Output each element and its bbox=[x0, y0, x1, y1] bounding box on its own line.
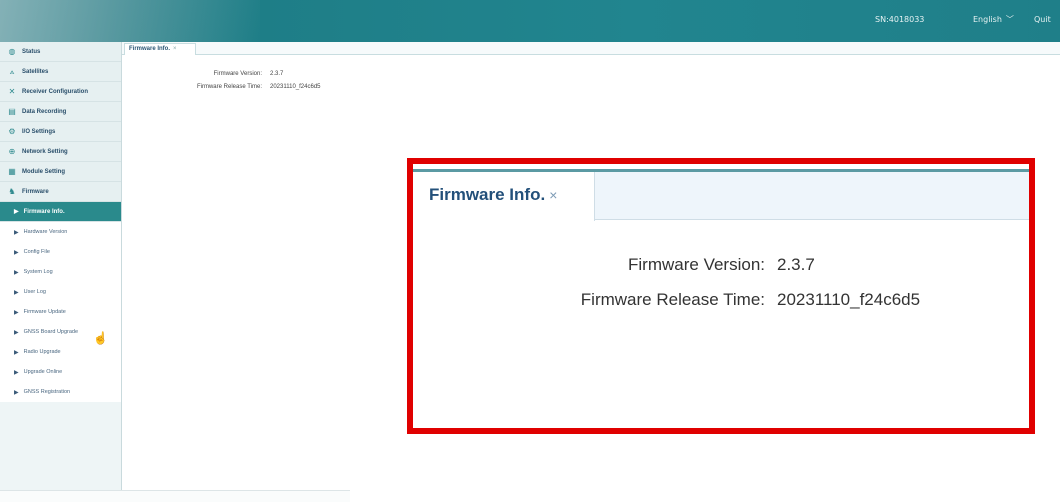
zoom-release-time-row: Firmware Release Time: 20231110_f24c6d5 bbox=[413, 290, 1029, 312]
status-icon: ◍ bbox=[8, 47, 16, 56]
sidebar-sub-hardware-version[interactable]: ▶ Hardware Version bbox=[0, 222, 121, 242]
zoom-firmware-version-value: 2.3.7 bbox=[777, 255, 815, 274]
triangle-right-icon: ▶ bbox=[14, 269, 19, 276]
sidebar-item-network-setting[interactable]: ⊕ Network Setting bbox=[0, 142, 121, 162]
sidebar-item-data-recording[interactable]: ▤ Data Recording bbox=[0, 102, 121, 122]
triangle-right-icon: ▶ bbox=[14, 309, 19, 316]
sidebar-item-label: I/O Settings bbox=[22, 128, 56, 135]
network-icon: ⊕ bbox=[8, 147, 16, 156]
receiver-config-icon: ✕ bbox=[8, 87, 16, 96]
sidebar-sub-system-log[interactable]: ▶ System Log bbox=[0, 262, 121, 282]
sidebar-item-label: Firmware bbox=[22, 188, 49, 195]
triangle-right-icon: ▶ bbox=[14, 229, 19, 236]
triangle-right-icon: ▶ bbox=[14, 369, 19, 376]
close-icon[interactable]: × bbox=[173, 46, 177, 52]
release-time-value-small: 20231110_f24c6d5 bbox=[270, 84, 321, 90]
zoom-release-time-label: Firmware Release Time: bbox=[580, 290, 765, 309]
zoom-firmware-version-label: Firmware Version: bbox=[628, 255, 765, 274]
zoom-firmware-version-row: Firmware Version: 2.3.7 bbox=[413, 255, 1029, 277]
sidebar-item-label: Network Setting bbox=[22, 148, 68, 155]
sidebar-item-receiver-configuration[interactable]: ✕ Receiver Configuration bbox=[0, 82, 121, 102]
sidebar: ◍ Status ⟑ Satellites ✕ Receiver Configu… bbox=[0, 42, 122, 502]
zoom-release-time-value: 20231110_f24c6d5 bbox=[777, 290, 921, 309]
sidebar-item-io-settings[interactable]: ⚙ I/O Settings bbox=[0, 122, 121, 142]
sidebar-sub-firmware-update[interactable]: ▶ Firmware Update bbox=[0, 302, 121, 322]
sidebar-sub-label: Config File bbox=[23, 249, 50, 255]
quit-button[interactable]: Quit bbox=[1034, 15, 1051, 24]
tab-firmware-info[interactable]: Firmware Info. × bbox=[124, 43, 196, 55]
sidebar-item-label: Data Recording bbox=[22, 108, 67, 115]
tab-label: Firmware Info. bbox=[129, 46, 171, 52]
sidebar-sub-label: User Log bbox=[23, 289, 46, 295]
zoom-tab-label: Firmware Info. bbox=[429, 185, 546, 204]
data-recording-icon: ▤ bbox=[8, 107, 16, 116]
sidebar-sub-label: GNSS Board Upgrade bbox=[23, 329, 79, 335]
zoom-tab-firmware-info[interactable]: Firmware Info. × bbox=[413, 172, 595, 221]
sidebar-sub-label: Hardware Version bbox=[23, 229, 68, 235]
language-selector[interactable]: English ﹀ bbox=[973, 14, 1014, 25]
module-icon: ▦ bbox=[8, 167, 16, 176]
triangle-right-icon: ▶ bbox=[14, 249, 19, 256]
sidebar-sub-label: Radio Upgrade bbox=[23, 349, 61, 355]
sidebar-sub-label: Firmware Update bbox=[23, 309, 66, 315]
sidebar-sub-config-file[interactable]: ▶ Config File bbox=[0, 242, 121, 262]
sidebar-item-status[interactable]: ◍ Status bbox=[0, 42, 121, 62]
triangle-right-icon: ▶ bbox=[14, 349, 19, 356]
firmware-version-label-small: Firmware Version: bbox=[213, 71, 262, 77]
sidebar-item-satellites[interactable]: ⟑ Satellites bbox=[0, 62, 121, 82]
sidebar-item-label: Status bbox=[22, 48, 41, 55]
zoom-callout: Firmware Info. × Firmware Version: 2.3.7 … bbox=[407, 158, 1035, 434]
chevron-down-icon: ﹀ bbox=[1005, 15, 1014, 24]
sidebar-sub-label: Upgrade Online bbox=[23, 369, 63, 375]
close-icon[interactable]: × bbox=[549, 187, 557, 203]
sidebar-sub-label: System Log bbox=[23, 269, 53, 275]
sidebar-item-label: Module Setting bbox=[22, 168, 65, 175]
firmware-icon: ♞ bbox=[8, 187, 16, 196]
sidebar-sub-gnss-registration[interactable]: ▶ GNSS Registration bbox=[0, 382, 121, 402]
io-settings-icon: ⚙ bbox=[8, 127, 16, 136]
release-time-label-small: Firmware Release Time: bbox=[196, 84, 262, 90]
language-label: English bbox=[973, 15, 1002, 24]
triangle-right-icon: ▶ bbox=[14, 329, 19, 336]
tab-strip: Firmware Info. × bbox=[122, 42, 1060, 55]
top-header: SN:4018033 English ﹀ Quit bbox=[0, 0, 1060, 42]
sidebar-item-label: Receiver Configuration bbox=[22, 88, 89, 95]
sidebar-sub-radio-upgrade[interactable]: ▶ Radio Upgrade bbox=[0, 342, 121, 362]
bottom-status-bar bbox=[0, 490, 350, 502]
hand-cursor-icon: ☝ bbox=[93, 331, 108, 345]
sidebar-sub-upgrade-online[interactable]: ▶ Upgrade Online bbox=[0, 362, 121, 382]
satellite-icon: ⟑ bbox=[9, 66, 15, 76]
header-logo-area bbox=[0, 0, 260, 42]
firmware-version-value-small: 2.3.7 bbox=[270, 71, 284, 77]
sidebar-sub-label: GNSS Registration bbox=[23, 389, 71, 395]
zoom-content: Firmware Info. × Firmware Version: 2.3.7 … bbox=[413, 164, 1029, 428]
serial-number: SN:4018033 bbox=[875, 15, 925, 24]
sidebar-item-module-setting[interactable]: ▦ Module Setting bbox=[0, 162, 121, 182]
triangle-right-icon: ▶ bbox=[14, 389, 19, 396]
triangle-right-icon: ▶ bbox=[14, 209, 19, 215]
sidebar-sub-label: Firmware Info. bbox=[23, 208, 65, 215]
sidebar-item-label: Satellites bbox=[22, 68, 49, 75]
sidebar-item-firmware[interactable]: ♞ Firmware bbox=[0, 182, 121, 202]
zoom-tab-strip: Firmware Info. × bbox=[413, 172, 1029, 221]
triangle-right-icon: ▶ bbox=[14, 289, 19, 296]
sidebar-sub-user-log[interactable]: ▶ User Log bbox=[0, 282, 121, 302]
sidebar-sub-firmware-info[interactable]: ▶ Firmware Info. bbox=[0, 202, 121, 222]
